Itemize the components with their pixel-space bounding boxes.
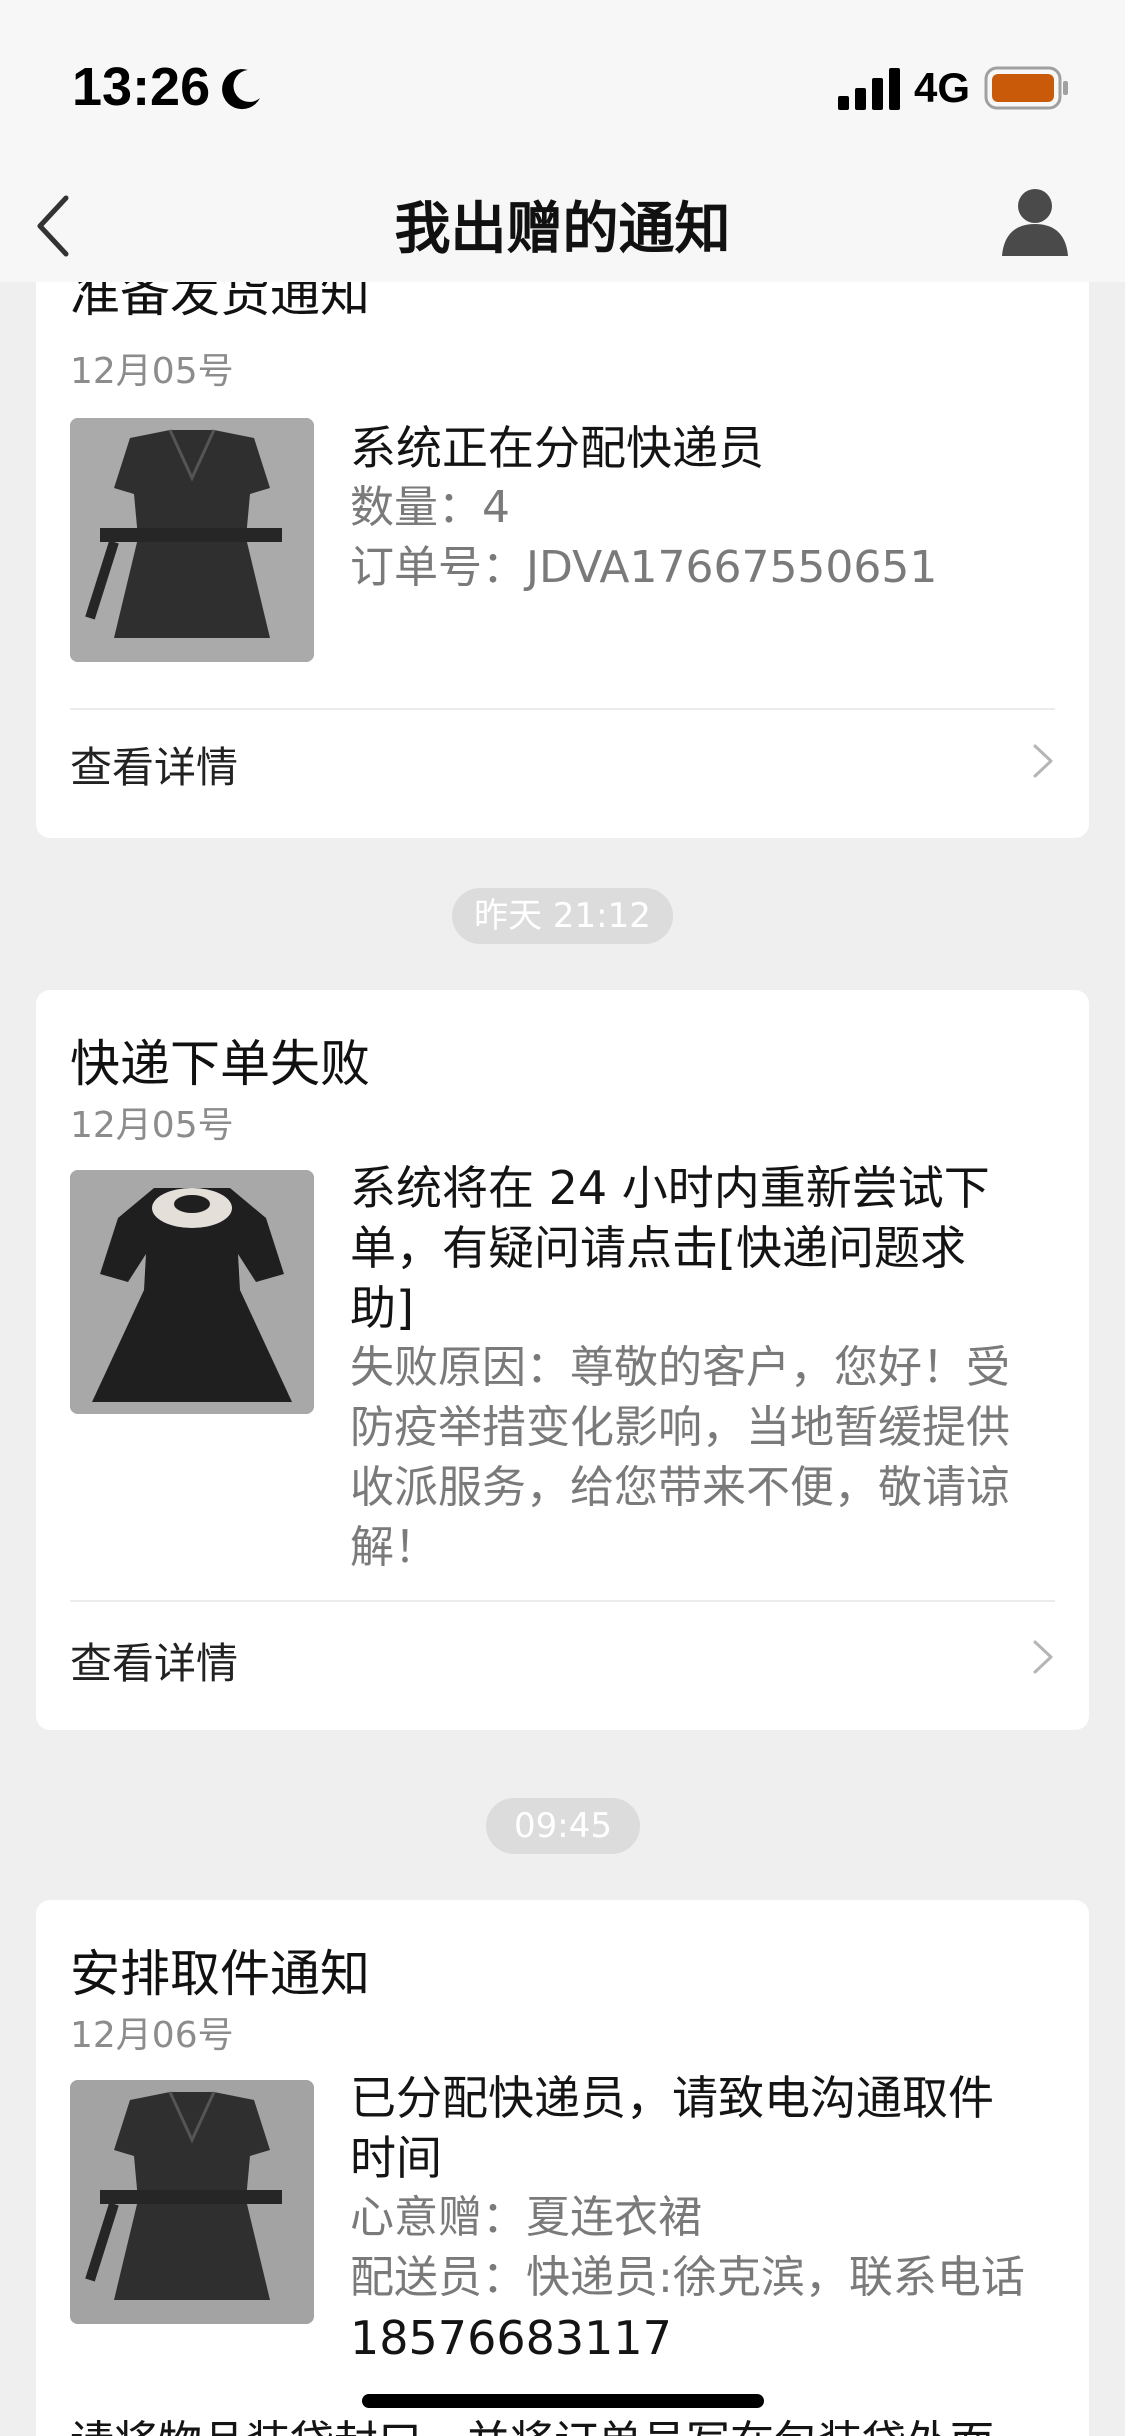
card-info: 系统将在 24 小时内重新尝试下 单，有疑问请点击[快递问题求 助] 失败原因：…	[350, 1158, 1060, 1578]
card-main-text: 时间	[350, 2131, 442, 2185]
chevron-right-icon	[1033, 744, 1053, 778]
signal-icon	[838, 68, 900, 110]
card-info: 已分配快递员，请致电沟通取件 时间 心意赠：夏连衣裙 配送员：快递员:徐克滨，联…	[350, 2068, 1060, 2368]
nav-bar: 我出赠的通知	[0, 170, 1125, 282]
moon-icon	[222, 69, 260, 110]
order-number-text: 订单号：JDVA17667550651	[350, 542, 938, 593]
time-separator: 昨天 21:12	[452, 888, 673, 944]
user-icon[interactable]	[998, 184, 1072, 258]
view-details-label: 查看详情	[70, 1639, 239, 1688]
time-separator: 09:45	[486, 1798, 640, 1854]
page-title: 我出赠的通知	[394, 197, 731, 262]
view-details-row[interactable]: 查看详情	[70, 714, 1055, 804]
card-title: 快递下单失败	[70, 1035, 370, 1093]
courier-phone[interactable]: 18576683117	[350, 2308, 1060, 2368]
failure-reason-text: 失败原因：尊敬的客户，您好！受	[350, 1342, 1010, 1393]
card-title: 安排取件通知	[70, 1945, 370, 2003]
network-label: 4G	[914, 64, 971, 111]
notification-card: 安排取件通知 12月06号 已分配快递员，请致电沟通取件 时间 心意赠：夏连衣裙…	[36, 1900, 1089, 2436]
view-details-label: 查看详情	[70, 743, 239, 792]
card-main-text: 系统将在 24 小时内重新尝试下	[350, 1161, 990, 1215]
quantity-text: 数量：4	[350, 482, 510, 533]
card-main-text: 助]	[350, 1281, 414, 1335]
card-main-text: 系统正在分配快递员	[350, 421, 764, 475]
home-indicator[interactable]	[362, 2394, 764, 2408]
notification-list[interactable]: 准备发货通知 12月05号 系统正在分配快递员 数量：4 订单号：JDVA176…	[0, 282, 1125, 2436]
notification-card: 快递下单失败 12月05号 系统将在 24 小时内重新尝试下 单，有疑问请点击[…	[36, 990, 1089, 1730]
product-thumbnail[interactable]	[70, 1170, 314, 1414]
failure-reason-text: 收派服务，给您带来不便，敬请谅	[350, 1462, 1010, 1513]
divider	[70, 708, 1055, 710]
chevron-right-icon	[1033, 1640, 1053, 1674]
card-title: 准备发货通知	[70, 282, 370, 323]
card-date: 12月06号	[70, 2015, 234, 2056]
card-date: 12月05号	[70, 351, 234, 392]
product-thumbnail[interactable]	[70, 2080, 314, 2324]
courier-text: 配送员：快递员:徐克滨，联系电话	[350, 2252, 1025, 2303]
notification-card: 准备发货通知 12月05号 系统正在分配快递员 数量：4 订单号：JDVA176…	[36, 282, 1089, 838]
card-main-text: 已分配快递员，请致电沟通取件	[350, 2071, 994, 2125]
card-info: 系统正在分配快递员 数量：4 订单号：JDVA17667550651	[350, 418, 1060, 598]
gift-item-text: 心意赠：夏连衣裙	[350, 2192, 702, 2243]
card-date: 12月05号	[70, 1105, 234, 1146]
product-thumbnail[interactable]	[70, 418, 314, 662]
card-main-text[interactable]: 单，有疑问请点击[快递问题求	[350, 1218, 1060, 1278]
battery-icon	[984, 66, 1068, 110]
view-details-row[interactable]: 查看详情	[70, 1610, 1055, 1700]
status-bar: 13:26 4G	[0, 0, 1125, 170]
status-time: 13:26	[72, 57, 211, 117]
packing-instruction: 请将物品装袋封口，并将订单号写在包装袋外面	[70, 2406, 994, 2436]
failure-reason-text: 解！	[350, 1522, 438, 1573]
failure-reason-text: 防疫举措变化影响，当地暂缓提供	[350, 1402, 1010, 1453]
divider	[70, 1600, 1055, 1602]
